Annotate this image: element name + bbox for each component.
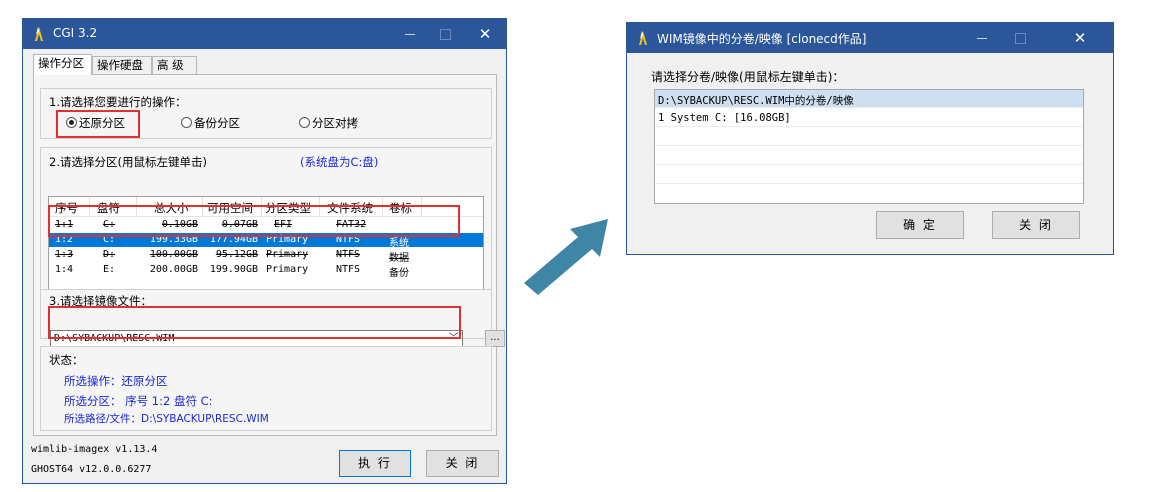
cell-free: 199.90GB <box>209 264 258 275</box>
cell-index: 1:3 <box>55 249 74 260</box>
radio-clone-label: 分区对拷 <box>312 116 358 130</box>
volume-list-empty-row <box>655 128 1083 146</box>
volume-item-text: 1 System C: [16.08GB] <box>658 112 791 124</box>
volume-list-empty-row <box>655 166 1083 184</box>
radio-dot <box>299 117 310 128</box>
ok-button[interactable]: 确 定 <box>876 211 964 239</box>
browse-button[interactable]: ... <box>485 330 505 347</box>
dialog-close-button[interactable]: 关 闭 <box>992 211 1080 239</box>
cell-free: 95.12GB <box>215 249 258 260</box>
version-wimlib: wimlib-imagex v1.13.4 <box>31 444 158 455</box>
close-button[interactable]: 关 闭 <box>426 450 499 477</box>
cell-total: 100.00GB <box>149 249 198 260</box>
cell-type: Primary <box>266 249 309 260</box>
volume-list-header-text: D:\SYBACKUP\RESC.WIM中的分卷/映像 <box>658 95 854 107</box>
radio-clone-partition[interactable]: 分区对拷 <box>299 115 358 131</box>
tab-operate-disk[interactable]: 操作硬盘 <box>92 56 152 74</box>
status-partition: 所选分区： 序号 1:2 盘符 C: <box>64 394 213 408</box>
volume-dialog: WIM镜像中的分卷/映像 [clonecd作品] ✕ 请选择分卷/映像(用鼠标左… <box>626 22 1114 255</box>
status-path: 所选路径/文件：D:\SYBACKUP\RESC.WIM <box>64 413 269 425</box>
status-operation: 所选操作：还原分区 <box>64 374 168 388</box>
volume-list-empty-row <box>655 147 1083 165</box>
close-window-button[interactable]: ✕ <box>464 19 506 49</box>
radio-backup-partition[interactable]: 备份分区 <box>181 115 240 131</box>
cell-index: 1:4 <box>55 264 74 275</box>
dialog-title: WIM镜像中的分卷/映像 [clonecd作品] <box>657 32 867 46</box>
partition-row[interactable]: 1:4 E: 200.00GB 199.90GB Primary NTFS 备份 <box>49 263 483 279</box>
volume-list-header: D:\SYBACKUP\RESC.WIM中的分卷/映像 <box>655 90 1083 108</box>
radio-backup-label: 备份分区 <box>194 116 240 130</box>
radio-dot <box>181 117 192 128</box>
cell-label: 数据 <box>389 253 409 264</box>
cell-fs: NTFS <box>336 264 361 275</box>
dialog-titlebar[interactable]: WIM镜像中的分卷/映像 [clonecd作品] ✕ <box>627 23 1113 53</box>
cell-type: Primary <box>266 264 309 275</box>
tab-operate-partition[interactable]: 操作分区 <box>33 54 92 75</box>
highlight-restore-option <box>56 110 140 138</box>
maximize-button[interactable] <box>999 23 1041 53</box>
minimize-button[interactable] <box>961 23 1003 53</box>
main-window: CGI 3.2 ✕ 操作分区 操作硬盘 高 级 1.请选择您要进行的操作： 还原… <box>22 18 507 484</box>
volume-list[interactable]: D:\SYBACKUP\RESC.WIM中的分卷/映像 1 System C: … <box>654 89 1084 204</box>
partition-group-label: 2.请选择分区(用鼠标左键单击) <box>49 155 207 169</box>
cell-total: 200.00GB <box>149 264 198 275</box>
volume-list-item[interactable]: 1 System C: [16.08GB] <box>655 109 1083 127</box>
tab-advanced[interactable]: 高 级 <box>152 56 197 74</box>
operation-group-label: 1.请选择您要进行的操作： <box>49 95 187 109</box>
app-icon <box>35 27 43 41</box>
cell-drive: D: <box>103 249 116 260</box>
cell-drive: E: <box>103 264 116 275</box>
cell-label: 备份 <box>389 268 409 279</box>
cell-fs: NTFS <box>336 249 361 260</box>
highlight-selected-partition <box>48 205 460 237</box>
dialog-prompt: 请选择分卷/映像(用鼠标左键单击)： <box>651 70 845 84</box>
arrow-icon <box>524 219 608 295</box>
partition-row[interactable]: 1:3 D: 100.00GB 95.12GB Primary NTFS 数据 <box>49 248 483 264</box>
system-disk-hint: (系统盘为C:盘) <box>300 155 379 169</box>
app-icon <box>639 31 647 45</box>
close-window-button[interactable]: ✕ <box>1059 23 1101 53</box>
version-ghost: GHOST64 v12.0.0.6277 <box>31 464 152 475</box>
execute-button[interactable]: 执 行 <box>339 450 411 477</box>
status-heading: 状态： <box>49 353 84 367</box>
highlight-image-file <box>48 306 461 339</box>
main-window-title: CGI 3.2 <box>53 26 98 40</box>
main-window-titlebar[interactable]: CGI 3.2 ✕ <box>23 19 506 49</box>
maximize-button[interactable] <box>424 19 466 49</box>
